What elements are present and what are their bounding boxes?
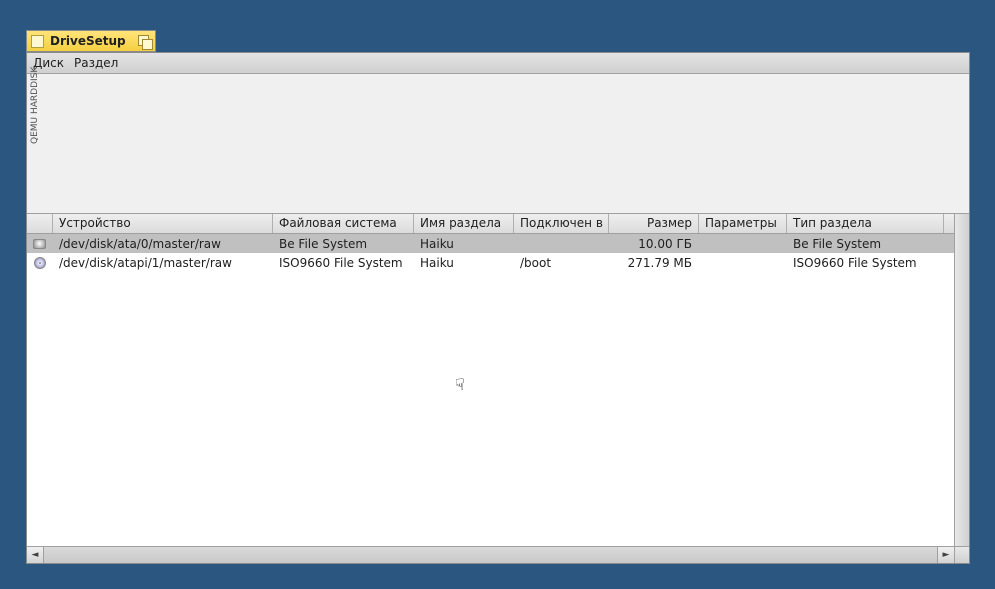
scroll-corner xyxy=(954,547,969,563)
disk-preview-label: QEMU HARDDISK xyxy=(30,67,40,144)
disk-preview-area: QEMU HARDDISK xyxy=(27,74,969,214)
cell-type: Be File System xyxy=(787,237,944,251)
zoom-icon[interactable] xyxy=(138,35,151,48)
cell-size: 271.79 МБ xyxy=(609,256,699,270)
partition-table: Устройство Файловая система Имя раздела … xyxy=(27,214,969,546)
cell-device: /dev/disk/ata/0/master/raw xyxy=(53,237,273,251)
col-type[interactable]: Тип раздела xyxy=(787,214,944,233)
cell-filesystem: Be File System xyxy=(273,237,414,251)
row-icon xyxy=(27,239,53,249)
scroll-track[interactable] xyxy=(44,547,937,563)
cell-filesystem: ISO9660 File System xyxy=(273,256,414,270)
cell-volume: Haiku xyxy=(414,237,514,251)
cell-size: 10.00 ГБ xyxy=(609,237,699,251)
cd-icon xyxy=(34,257,46,269)
col-mounted[interactable]: Подключен в xyxy=(514,214,609,233)
scroll-left-icon[interactable]: ◄ xyxy=(27,547,44,563)
cell-device: /dev/disk/atapi/1/master/raw xyxy=(53,256,273,270)
col-size[interactable]: Размер xyxy=(609,214,699,233)
scroll-right-icon[interactable]: ► xyxy=(937,547,954,563)
horizontal-scrollbar[interactable]: ◄ ► xyxy=(27,546,969,563)
table-row[interactable]: /dev/disk/ata/0/master/rawBe File System… xyxy=(27,234,969,253)
window-titlebar[interactable]: DriveSetup xyxy=(26,30,156,52)
col-volume[interactable]: Имя раздела xyxy=(414,214,514,233)
row-icon xyxy=(27,257,53,269)
table-body: /dev/disk/ata/0/master/rawBe File System… xyxy=(27,234,969,546)
table-row[interactable]: /dev/disk/atapi/1/master/rawISO9660 File… xyxy=(27,253,969,272)
table-header: Устройство Файловая система Имя раздела … xyxy=(27,214,969,234)
menu-partition[interactable]: Раздел xyxy=(74,56,118,70)
harddisk-icon xyxy=(33,239,46,249)
cell-mounted: /boot xyxy=(514,256,609,270)
col-device[interactable]: Устройство xyxy=(53,214,273,233)
col-parameters[interactable]: Параметры xyxy=(699,214,787,233)
col-filesystem[interactable]: Файловая система xyxy=(273,214,414,233)
menu-bar: Диск Раздел xyxy=(27,53,969,74)
col-icon[interactable] xyxy=(27,214,53,233)
window-title: DriveSetup xyxy=(50,34,134,48)
cell-volume: Haiku xyxy=(414,256,514,270)
window-frame: Диск Раздел QEMU HARDDISK Устройство Фай… xyxy=(26,52,970,564)
cell-type: ISO9660 File System xyxy=(787,256,944,270)
vertical-scrollbar[interactable] xyxy=(954,214,969,546)
close-icon[interactable] xyxy=(31,35,44,48)
